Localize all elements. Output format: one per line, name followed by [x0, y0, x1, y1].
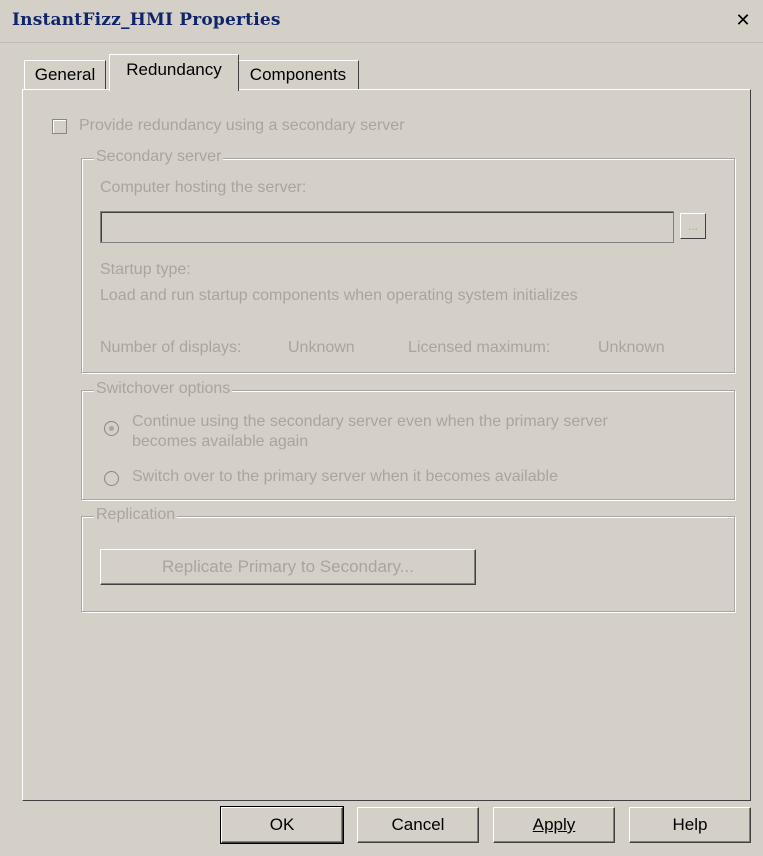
- tab-redundancy[interactable]: Redundancy: [109, 54, 239, 91]
- replication-legend: Replication: [94, 506, 178, 524]
- window-title: InstantFizz_HMI Properties: [12, 10, 281, 30]
- secondary-server-legend: Secondary server: [94, 148, 224, 166]
- licensed-max-value: Unknown: [598, 339, 665, 356]
- switch-primary-label: Switch over to the primary server when i…: [132, 468, 558, 485]
- tab-general[interactable]: General: [24, 60, 106, 89]
- switchover-options-group: Switchover options Continue using the se…: [81, 380, 735, 500]
- continue-secondary-radio[interactable]: [104, 421, 119, 436]
- properties-dialog: InstantFizz_HMI Properties ✕ General Red…: [0, 0, 763, 856]
- host-label: Computer hosting the server:: [100, 179, 307, 196]
- licensed-max-label: Licensed maximum:: [408, 339, 551, 356]
- provide-redundancy-checkbox[interactable]: [52, 119, 67, 134]
- startup-type-label: Startup type:: [100, 261, 191, 278]
- continue-secondary-label-line2: becomes available again: [132, 433, 309, 450]
- displays-label: Number of displays:: [100, 339, 242, 356]
- cancel-button[interactable]: Cancel: [357, 807, 479, 843]
- help-button[interactable]: Help: [629, 807, 751, 843]
- tab-components[interactable]: Components: [237, 60, 359, 89]
- close-icon[interactable]: ✕: [733, 12, 753, 32]
- radio-selected-dot: [109, 426, 114, 431]
- host-input[interactable]: [100, 211, 674, 243]
- replicate-button[interactable]: Replicate Primary to Secondary...: [100, 549, 476, 585]
- apply-button[interactable]: Apply: [493, 807, 615, 843]
- title-bar: InstantFizz_HMI Properties ✕: [0, 0, 763, 43]
- provide-redundancy-label: Provide redundancy using a secondary ser…: [79, 117, 405, 134]
- startup-type-value: Load and run startup components when ope…: [100, 287, 578, 304]
- browse-button[interactable]: ...: [680, 213, 706, 239]
- continue-secondary-label-line1: Continue using the secondary server even…: [132, 413, 608, 430]
- switchover-options-legend: Switchover options: [94, 380, 233, 398]
- displays-value: Unknown: [288, 339, 355, 356]
- switch-primary-radio[interactable]: [104, 471, 119, 486]
- redundancy-tab-panel: Provide redundancy using a secondary ser…: [22, 89, 751, 801]
- ok-button[interactable]: OK: [220, 806, 344, 844]
- replication-group: Replication Replicate Primary to Seconda…: [81, 506, 735, 612]
- apply-button-label: Apply: [532, 815, 576, 834]
- secondary-server-group: Secondary server Computer hosting the se…: [81, 148, 735, 373]
